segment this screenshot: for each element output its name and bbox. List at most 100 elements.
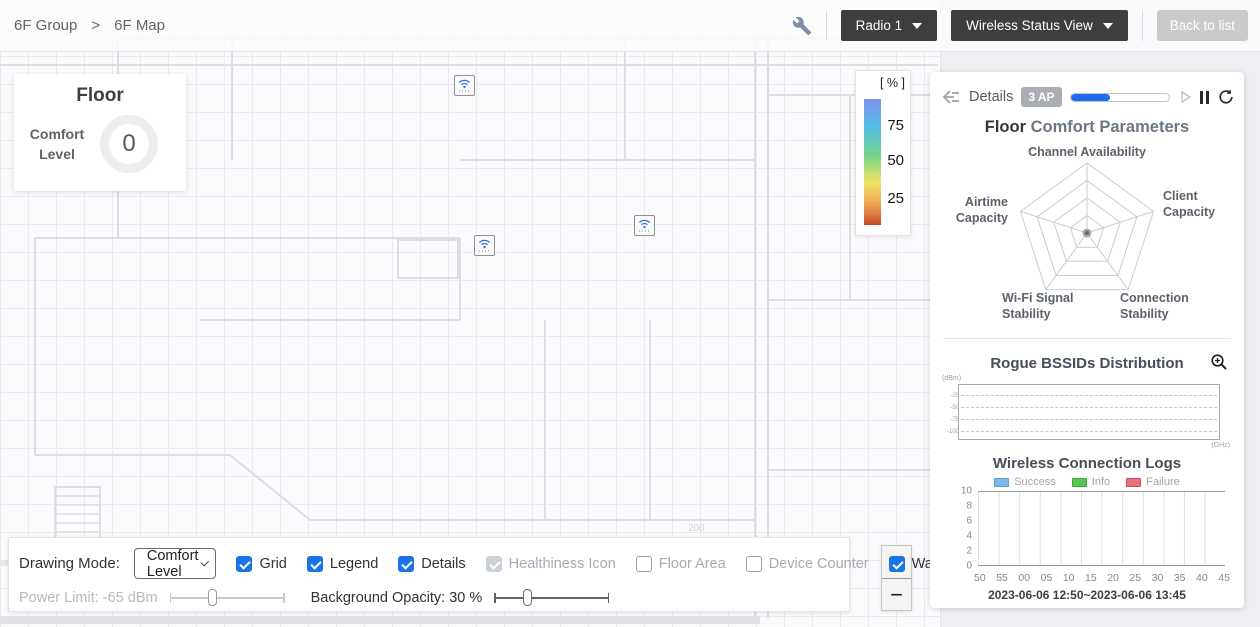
comfort-parameters-title-prefix: Floor <box>984 118 1026 136</box>
logs-x-tick: 20 <box>1107 572 1119 584</box>
chevron-down-icon <box>912 22 923 29</box>
legend-label-failure: Failure <box>1146 476 1180 488</box>
checkbox-label: Grid <box>259 555 287 572</box>
chevron-down-icon <box>1102 22 1113 29</box>
checkbox-box[interactable] <box>306 555 323 572</box>
details-side-panel: Details 3 AP Floor Comfort Parameters Ch… <box>930 72 1244 608</box>
checkbox-box[interactable] <box>398 555 415 572</box>
panel-divider <box>943 338 1231 339</box>
ap-icon[interactable] <box>474 235 495 256</box>
background-opacity-label: Background Opacity: 30 % <box>310 590 483 606</box>
comfort-radar-chart: Channel Availability Client Capacity Con… <box>930 142 1244 338</box>
logs-x-axis: 50 55 00 05 10 15 20 25 30 35 40 45 <box>974 572 1230 584</box>
scale-gradient-bar <box>864 99 881 225</box>
connection-logs-chart <box>978 491 1225 566</box>
power-limit-label: Power Limit: -65 dBm <box>19 590 158 606</box>
scale-tick-75: 75 <box>887 117 904 134</box>
floor-panel-title: Floor <box>76 85 124 106</box>
checkbox-healthiness-icon: Healthiness Icon <box>485 555 616 572</box>
view-select-button[interactable]: Wireless Status View <box>951 10 1128 41</box>
logs-y-tick: 0 <box>966 560 972 572</box>
logs-x-tick: 05 <box>1040 572 1053 584</box>
chevron-down-icon <box>200 557 209 567</box>
checkbox-grid[interactable]: Grid <box>236 555 287 572</box>
refresh-icon[interactable] <box>1218 89 1234 105</box>
checkbox-label: Floor Area <box>658 555 726 572</box>
checkbox-box[interactable] <box>888 555 905 572</box>
wifi-icon <box>479 239 490 249</box>
logs-date-range: 2023-06-06 12:50~2023-06-06 13:45 <box>988 588 1186 602</box>
radar-axis-wifi-signal-stability: Wi-Fi Signal Stability <box>1002 291 1074 322</box>
rogue-y-tick: -75 <box>950 417 959 423</box>
legend-label-success: Success <box>1014 476 1056 488</box>
logs-y-tick: 8 <box>966 500 972 512</box>
drawing-mode-value: Comfort Level <box>146 547 199 580</box>
radar-axis-connection-stability: Connection Stability <box>1120 291 1189 322</box>
logs-x-tick: 40 <box>1196 572 1208 584</box>
refresh-progress-bar <box>1069 92 1170 102</box>
background-opacity-slider-thumb[interactable] <box>523 589 533 606</box>
scale-tick-50: 50 <box>887 152 904 169</box>
logs-x-tick: 30 <box>1151 572 1164 584</box>
refresh-progress-fill <box>1070 93 1110 101</box>
wifi-icon <box>459 79 470 89</box>
checkbox-floor-area: Floor Area <box>635 555 726 572</box>
connection-logs-legend: Success Info Failure <box>930 476 1244 488</box>
breadcrumb-group-link[interactable]: 6F Group <box>14 17 77 34</box>
map-options-toolbar: Drawing Mode: Comfort Level Grid Legend … <box>8 537 939 612</box>
floor-comfort-panel: Floor Comfort Level 0 <box>14 74 186 191</box>
connection-logs-title: Wireless Connection Logs <box>992 455 1182 472</box>
svg-text:200: 200 <box>688 523 705 534</box>
drawing-mode-select[interactable]: Comfort Level <box>133 547 217 580</box>
ap-icon[interactable] <box>634 215 655 236</box>
ap-count-badge: 3 AP <box>1021 87 1062 107</box>
checkbox-label: Healthiness Icon <box>508 555 616 572</box>
color-scale-legend: [ % ] 75 50 25 <box>855 70 911 236</box>
logs-x-tick: 55 <box>996 572 1008 584</box>
logs-y-tick: 4 <box>966 530 972 542</box>
logs-y-tick: 6 <box>966 515 972 527</box>
ap-mini-label <box>478 250 491 252</box>
radar-axis-channel-availability: Channel Availability <box>1028 145 1146 159</box>
details-label: Details <box>969 89 1014 105</box>
checkbox-box <box>745 555 762 572</box>
checkbox-legend[interactable]: Legend <box>306 555 378 572</box>
legend-swatch-info <box>1071 477 1087 487</box>
ap-mini-label <box>638 230 651 232</box>
drawing-mode-label: Drawing Mode: <box>19 555 120 572</box>
header-divider <box>1141 10 1143 41</box>
comfort-parameters-title-rest: Comfort Parameters <box>1030 118 1190 136</box>
scale-unit-label: [ % ] <box>879 76 905 90</box>
view-select-label: Wireless Status View <box>966 18 1093 33</box>
logs-x-tick: 25 <box>1129 572 1142 584</box>
play-icon[interactable] <box>1181 91 1191 103</box>
scale-tick-25: 25 <box>887 190 904 207</box>
zoom-in-magnifier-icon[interactable] <box>1210 353 1228 376</box>
zoom-out-button[interactable]: − <box>882 578 911 610</box>
legend-swatch-failure <box>1126 477 1142 487</box>
comfort-level-value: 0 <box>122 130 136 157</box>
background-opacity-slider[interactable] <box>494 589 610 607</box>
collapse-panel-icon[interactable] <box>942 89 961 105</box>
back-to-list-button[interactable]: Back to list <box>1156 10 1248 41</box>
header-divider <box>825 10 827 41</box>
radar-axis-client-capacity: Client Capacity <box>1163 189 1216 220</box>
checkbox-box <box>485 555 502 572</box>
comfort-level-gauge: 0 <box>100 115 158 173</box>
checkbox-label: Details <box>421 555 466 572</box>
rogue-bssids-title: Rogue BSSIDs Distribution <box>990 355 1184 372</box>
settings-wrench-icon[interactable] <box>792 16 812 36</box>
top-header-bar: 6F Group > 6F Map Radio 1 Wireless Statu… <box>0 0 1260 52</box>
rogue-y-tick: -25 <box>950 393 959 399</box>
comfort-level-label: Comfort Level <box>29 125 85 162</box>
checkbox-label: Device Counter <box>768 555 869 572</box>
power-limit-slider-thumb <box>207 589 217 606</box>
comfort-parameters-title: Floor Comfort Parameters <box>930 118 1244 137</box>
ap-icon[interactable] <box>454 75 475 96</box>
pause-icon[interactable] <box>1200 90 1209 104</box>
checkbox-box[interactable] <box>236 555 253 572</box>
rogue-y-axis-unit: (dBm) <box>942 375 962 382</box>
radio-select-button[interactable]: Radio 1 <box>840 10 938 41</box>
ap-mini-label <box>458 90 471 92</box>
checkbox-details[interactable]: Details <box>398 555 466 572</box>
